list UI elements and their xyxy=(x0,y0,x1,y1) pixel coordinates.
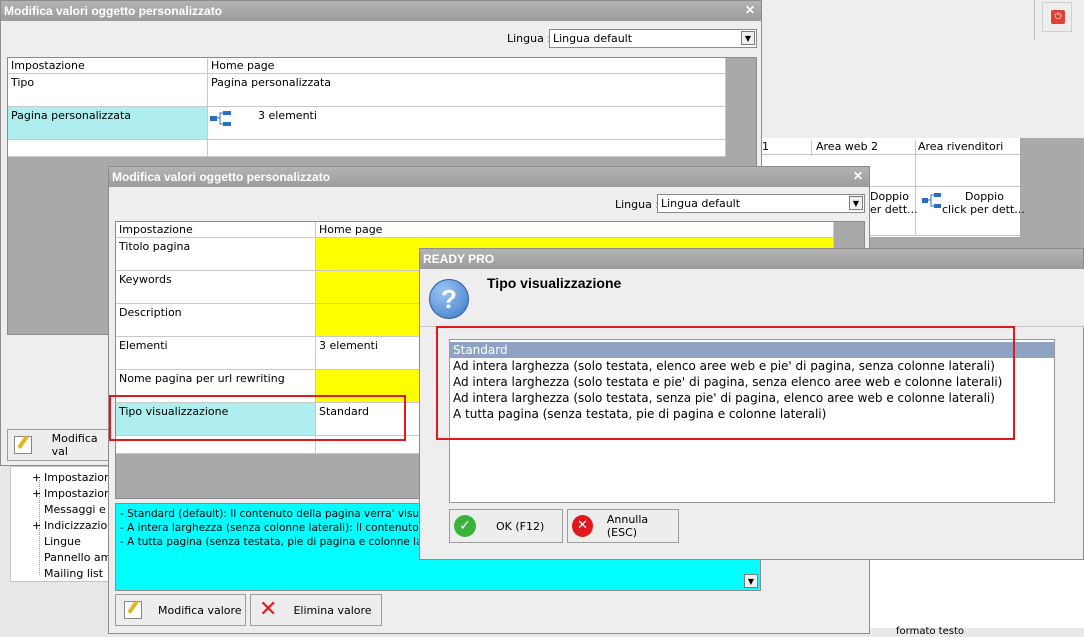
win2-col-home: Home page xyxy=(316,222,834,238)
tree-item[interactable]: + Impostazioni xyxy=(32,471,114,484)
tree-icon xyxy=(210,110,232,131)
win2-row-name[interactable]: Keywords xyxy=(116,271,316,304)
window-1-titlebar[interactable]: Modifica valori oggetto personalizzato ✕ xyxy=(1,1,761,21)
win1-col-home: Home page xyxy=(208,58,726,74)
dialog-titlebar[interactable]: READY PRO xyxy=(420,249,1083,269)
win1-lingua-label: Lingua : xyxy=(507,32,552,45)
power-button[interactable]: ⏻ xyxy=(1042,2,1072,32)
win2-lingua-select[interactable]: Lingua default ▼ xyxy=(657,194,865,213)
elimina-valore-button[interactable]: ✕ Elimina valore xyxy=(250,594,382,626)
win1-row-value[interactable]: 3 elementi xyxy=(208,107,726,140)
modifica-valore-button[interactable]: Modifica valore xyxy=(115,594,246,626)
win1-row-name[interactable]: Tipo xyxy=(8,74,208,107)
bg-doppio-2: Doppio xyxy=(965,190,1004,203)
annulla-button[interactable]: ✕ Annulla (ESC) xyxy=(567,509,679,543)
background-divider xyxy=(1034,0,1035,40)
bg-tree-icon xyxy=(922,192,942,213)
tree-item[interactable]: + Impostazioni xyxy=(32,487,114,500)
win2-row-name[interactable]: Titolo pagina xyxy=(116,238,316,271)
chevron-down-icon: ▼ xyxy=(849,196,863,210)
win2-row-name[interactable]: Elementi xyxy=(116,337,316,370)
highlight-tipo-visualizzazione xyxy=(109,395,406,441)
check-icon: ✓ xyxy=(454,515,476,537)
close-icon[interactable]: ✕ xyxy=(853,169,863,183)
window-2-titlebar[interactable]: Modifica valori oggetto personalizzato ✕ xyxy=(109,167,869,187)
dialog-heading: Tipo visualizzazione xyxy=(487,275,622,291)
win1-modifica-button[interactable]: Modifica val xyxy=(7,429,117,461)
question-icon: ? xyxy=(429,279,469,319)
chevron-down-icon: ▼ xyxy=(741,31,755,45)
scroll-down-icon[interactable]: ▼ xyxy=(744,574,758,588)
win2-col-impostazione: Impostazione xyxy=(116,222,316,238)
edit-icon xyxy=(14,435,32,454)
edit-icon xyxy=(124,600,142,619)
background-top-right-panel xyxy=(760,0,1084,140)
bg-doppio-2b: click per dett... xyxy=(942,203,1025,216)
win2-lingua-label: Lingua : xyxy=(615,198,660,211)
close-icon[interactable]: ✕ xyxy=(745,3,755,17)
win2-row-name[interactable]: Description xyxy=(116,304,316,337)
bg-doppio-1b: er dett... xyxy=(870,203,918,216)
window-2-title: Modifica valori oggetto personalizzato xyxy=(112,170,331,184)
bg-doppio-1: Doppio xyxy=(870,190,909,203)
win1-row-name[interactable]: Pagina personalizzata xyxy=(8,107,208,140)
win1-row-value[interactable]: Pagina personalizzata xyxy=(208,74,726,107)
tree-lines xyxy=(39,480,40,575)
dialog-title: READY PRO xyxy=(423,252,495,266)
win1-col-impostazione: Impostazione xyxy=(8,58,208,74)
delete-icon: ✕ xyxy=(259,597,278,622)
bg-formato-testo: formato testo xyxy=(896,626,964,637)
tree-item[interactable]: Mailing list xyxy=(32,567,103,580)
ok-button[interactable]: ✓ OK (F12) xyxy=(449,509,563,543)
win1-lingua-select[interactable]: Lingua default ▼ xyxy=(549,29,757,48)
highlight-options-list xyxy=(436,326,1015,440)
cancel-icon: ✕ xyxy=(572,515,593,537)
power-icon: ⏻ xyxy=(1051,10,1065,24)
window-1-title: Modifica valori oggetto personalizzato xyxy=(4,4,223,18)
